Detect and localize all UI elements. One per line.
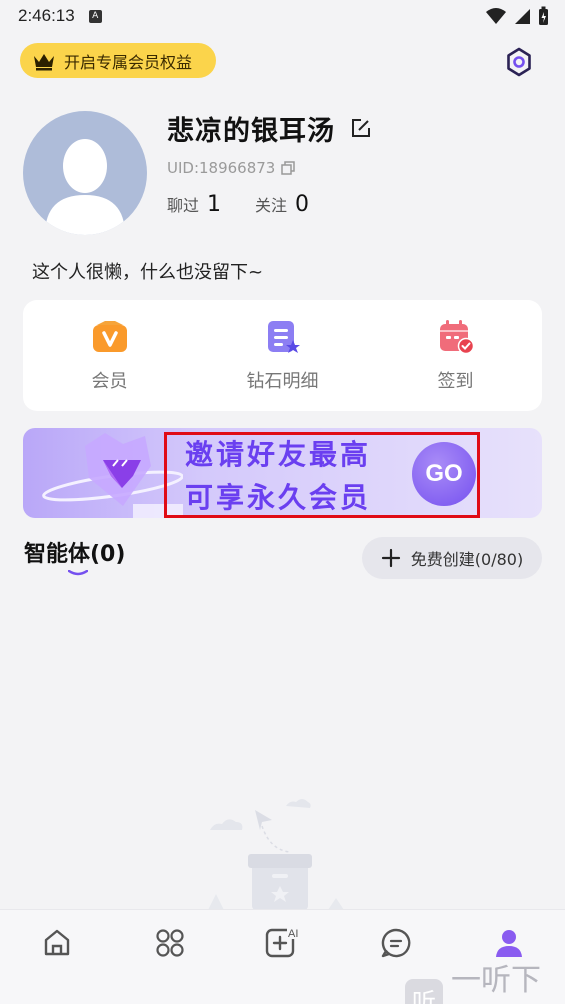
settings-button[interactable] bbox=[501, 44, 537, 80]
stats-row: 聊过 1 关注 0 bbox=[167, 192, 309, 217]
tab-home[interactable] bbox=[0, 910, 113, 1004]
tab-underline-indicator bbox=[68, 570, 88, 576]
chatted-label: 聊过 bbox=[167, 196, 200, 215]
uid-text: UID:18966873 bbox=[167, 159, 276, 177]
copy-icon[interactable] bbox=[281, 161, 296, 175]
create-agent-label: 免费创建(0/80) bbox=[410, 550, 524, 569]
quick-actions-card: 会员 钻石明细 签到 bbox=[23, 300, 542, 411]
quick-action-vip-label: 会员 bbox=[91, 371, 128, 392]
quick-action-checkin-label: 签到 bbox=[437, 371, 474, 392]
uid-row: UID:18966873 bbox=[167, 159, 296, 177]
checkin-calendar-icon bbox=[439, 320, 474, 355]
username: 悲凉的银耳汤 bbox=[167, 116, 335, 147]
banner-highlight-box bbox=[164, 432, 480, 518]
quick-action-checkin[interactable]: 签到 bbox=[369, 300, 542, 411]
notification-a-icon: A bbox=[88, 9, 102, 23]
tab-apps[interactable] bbox=[113, 910, 226, 1004]
gear-icon bbox=[507, 47, 531, 77]
ai-create-icon: AI bbox=[265, 927, 301, 958]
svg-text:AI: AI bbox=[288, 928, 298, 940]
watermark-logo: 听 bbox=[405, 979, 443, 1004]
battery-icon bbox=[539, 6, 548, 25]
apps-grid-icon bbox=[155, 929, 184, 957]
status-time: 2:46:13 bbox=[18, 6, 75, 25]
status-icons bbox=[486, 6, 549, 26]
edit-icon[interactable] bbox=[350, 117, 372, 139]
following-count[interactable]: 0 bbox=[295, 192, 309, 217]
quick-action-diamond-label: 钻石明细 bbox=[246, 371, 319, 392]
agents-title[interactable]: 智能体(0) bbox=[24, 536, 125, 568]
watermark: 听 一听下载 bbox=[405, 955, 565, 1004]
status-bar: 2:46:13 A bbox=[0, 0, 565, 32]
chatted-count[interactable]: 1 bbox=[207, 192, 221, 217]
quick-action-vip[interactable]: 会员 bbox=[23, 300, 196, 411]
quick-action-diamond[interactable]: 钻石明细 bbox=[196, 300, 369, 411]
diamond-details-icon bbox=[267, 321, 300, 353]
crown-icon bbox=[34, 53, 54, 70]
following-label: 关注 bbox=[255, 196, 288, 215]
create-agent-button[interactable]: 免费创建(0/80) bbox=[362, 537, 542, 579]
avatar[interactable] bbox=[23, 111, 147, 235]
default-avatar-icon bbox=[45, 139, 125, 235]
vip-icon bbox=[92, 321, 127, 352]
signal-icon bbox=[515, 9, 530, 24]
tab-ai-create[interactable]: AI bbox=[226, 910, 339, 1004]
bio-text: 这个人很懒，什么也没留下~ bbox=[32, 262, 264, 283]
watermark-text: 一听下载 bbox=[451, 963, 541, 998]
wifi-icon bbox=[486, 8, 506, 24]
home-icon bbox=[44, 929, 69, 956]
vip-benefits-label: 开启专属会员权益 bbox=[64, 52, 193, 72]
plus-icon bbox=[381, 548, 400, 568]
empty-state-illustration bbox=[208, 799, 344, 910]
vip-benefits-button[interactable]: 开启专属会员权益 bbox=[20, 43, 216, 78]
diamond-crown-icon bbox=[42, 433, 183, 518]
